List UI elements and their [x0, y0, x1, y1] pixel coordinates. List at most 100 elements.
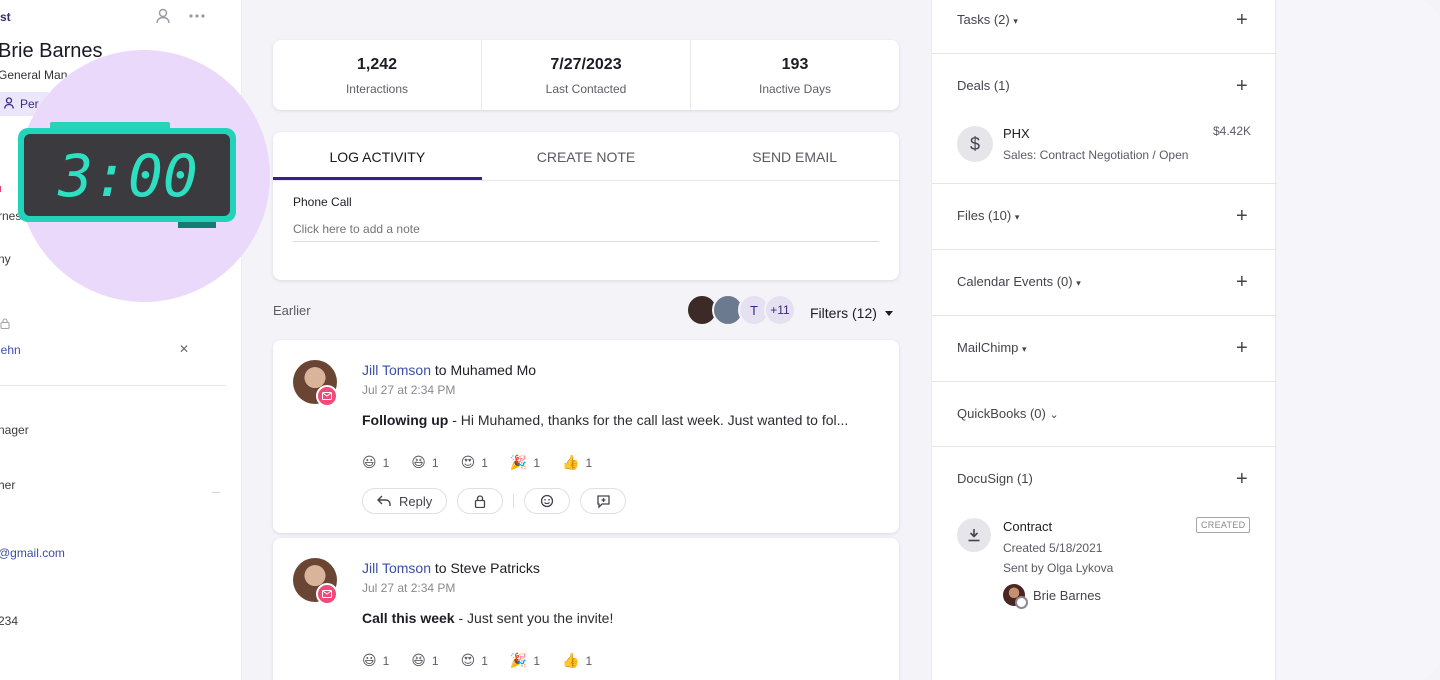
- activity-tabs: LOG ACTIVITY CREATE NOTE SEND EMAIL: [273, 132, 899, 181]
- add-file-button[interactable]: +: [1236, 206, 1248, 226]
- section-quickbooks: QuickBooks (0) ⌄: [932, 382, 1277, 447]
- add-reaction-button[interactable]: [524, 488, 571, 514]
- related-records-panel: Tasks (2) ▾ + Deals (1) + $ PHX Sales: C…: [931, 0, 1277, 680]
- stats-card: 1,242 Interactions 7/27/2023 Last Contac…: [273, 40, 899, 110]
- filters-label: Filters (12): [810, 305, 877, 321]
- section-title[interactable]: Deals (1): [957, 78, 1010, 93]
- clock-time: 3:00: [57, 142, 198, 210]
- field-value-title: nager: [0, 423, 29, 437]
- stat-label: Interactions: [345, 82, 409, 96]
- add-task-button[interactable]: +: [1236, 10, 1248, 30]
- envelope-created: Created 5/18/2021: [1003, 541, 1103, 555]
- contact-name: Brie Barnes: [0, 40, 103, 62]
- action-separator: [513, 494, 515, 508]
- required-marker: [0, 186, 1, 192]
- stat-value: 1,242: [356, 56, 398, 73]
- user-icon[interactable]: [156, 8, 170, 27]
- activity-timestamp: Jul 27 at 2:34 PM: [362, 581, 456, 595]
- note-input[interactable]: [293, 216, 879, 242]
- reply-button[interactable]: Reply: [362, 488, 448, 514]
- add-deal-button[interactable]: +: [1236, 76, 1248, 96]
- tab-create-note[interactable]: CREATE NOTE: [482, 132, 691, 180]
- chevron-down-icon: ▾: [1014, 212, 1020, 222]
- reaction-smile[interactable]: 😃 1: [362, 652, 389, 669]
- reaction-thumbs-up[interactable]: 👍 1: [562, 454, 592, 471]
- chevron-down-icon: ▾: [1076, 278, 1081, 288]
- section-mailchimp: MailChimp ▾ +: [932, 316, 1277, 382]
- email-link[interactable]: @gmail.com: [0, 546, 65, 560]
- activity-timestamp: Jul 27 at 2:34 PM: [362, 383, 456, 397]
- activity-actions: Reply: [362, 488, 627, 514]
- lock-button[interactable]: [457, 488, 504, 514]
- lock-icon: [475, 494, 486, 508]
- signer: Brie Barnes: [1003, 584, 1101, 609]
- activity-type-select[interactable]: Phone Call: [293, 195, 352, 209]
- chevron-down-icon: ▾: [1022, 344, 1027, 354]
- lock-icon: [0, 318, 10, 332]
- section-title[interactable]: DocuSign (1): [957, 471, 1033, 486]
- field-value-type: her: [0, 478, 16, 492]
- deal-amount: $4.42K: [1213, 124, 1252, 138]
- reaction-heart-eyes[interactable]: 😍 1: [461, 454, 488, 471]
- message-body: - Hi Muhamed, thanks for the call last w…: [448, 412, 849, 428]
- activity-card: Jill Tomson to Steve Patricks Jul 27 at …: [273, 538, 899, 680]
- message-subject: Call this week: [362, 610, 455, 626]
- filters-dropdown[interactable]: Filters (12): [810, 305, 893, 321]
- more-icon[interactable]: [188, 8, 206, 27]
- background-sheet: [1277, 0, 1440, 680]
- signer-name: Brie Barnes: [1033, 587, 1101, 603]
- section-title[interactable]: QuickBooks (0) ⌄: [957, 406, 1059, 421]
- add-docusign-button[interactable]: +: [1236, 469, 1248, 489]
- breadcrumb[interactable]: st: [0, 10, 11, 24]
- section-title[interactable]: MailChimp ▾: [957, 340, 1027, 355]
- reaction-heart-eyes[interactable]: 😍 1: [461, 652, 488, 669]
- section-title[interactable]: Calendar Events (0) ▾: [957, 274, 1081, 289]
- reaction-party[interactable]: 🎉 1: [510, 454, 540, 471]
- field-underline: [212, 492, 220, 493]
- reaction-thumbs-up[interactable]: 👍 1: [562, 652, 592, 669]
- contact-role: General Man: [0, 68, 68, 82]
- reactions-row: 😃 1 😆 1 😍 1 🎉 1 👍 1: [362, 454, 592, 471]
- deal-name[interactable]: PHX: [1003, 126, 1030, 141]
- add-comment-button[interactable]: [580, 488, 627, 514]
- background-gutter: [1277, 0, 1440, 680]
- stat-inactive-days: 193 Inactive Days: [691, 40, 899, 110]
- stat-label: Last Contacted: [545, 82, 627, 96]
- reaction-laugh[interactable]: 😆 1: [411, 652, 438, 669]
- owner-link[interactable]: iehn: [0, 343, 21, 357]
- activity-participants: Jill Tomson to Muhamed Mo: [362, 362, 536, 378]
- section-title[interactable]: Tasks (2) ▾: [957, 12, 1018, 27]
- email-icon: [316, 385, 338, 407]
- email-icon: [316, 583, 338, 605]
- reactions-row: 😃 1 😆 1 😍 1 🎉 1 👍 1: [362, 652, 592, 669]
- sender-link[interactable]: Jill Tomson: [362, 362, 431, 378]
- reaction-laugh[interactable]: 😆 1: [411, 454, 438, 471]
- chevron-down-icon: ▾: [1013, 16, 1018, 26]
- section-calendar: Calendar Events (0) ▾ +: [932, 250, 1277, 316]
- tab-send-email[interactable]: SEND EMAIL: [690, 132, 899, 180]
- dollar-icon: $: [957, 126, 993, 162]
- sender-link[interactable]: Jill Tomson: [362, 560, 431, 576]
- activity-message[interactable]: Call this week - Just sent you the invit…: [362, 610, 613, 626]
- add-comment-icon: [597, 494, 610, 509]
- activity-participants: Jill Tomson to Steve Patricks: [362, 560, 540, 576]
- add-event-button[interactable]: +: [1236, 272, 1248, 292]
- download-icon[interactable]: [957, 518, 991, 552]
- envelope-name[interactable]: Contract: [1003, 519, 1052, 534]
- activity-composer: LOG ACTIVITY CREATE NOTE SEND EMAIL Phon…: [273, 132, 899, 280]
- avatar-overflow-count: +11: [764, 294, 796, 326]
- contact-header-actions: [156, 8, 206, 27]
- add-mailchimp-button[interactable]: +: [1236, 338, 1248, 358]
- section-tasks: Tasks (2) ▾ +: [932, 0, 1277, 54]
- section-deals: Deals (1) +: [932, 54, 1277, 184]
- section-title[interactable]: Files (10) ▾: [957, 208, 1019, 223]
- caret-down-icon: [884, 310, 893, 316]
- activity-message[interactable]: Following up - Hi Muhamed, thanks for th…: [362, 412, 848, 428]
- close-icon[interactable]: ✕: [179, 342, 189, 356]
- reaction-smile[interactable]: 😃 1: [362, 454, 389, 471]
- envelope-sender: Sent by Olga Lykova: [1003, 561, 1114, 575]
- tab-log-activity[interactable]: LOG ACTIVITY: [273, 132, 482, 180]
- digital-clock-icon: 3:00: [18, 122, 236, 228]
- participant-avatars[interactable]: T +11: [686, 294, 796, 326]
- reaction-party[interactable]: 🎉 1: [510, 652, 540, 669]
